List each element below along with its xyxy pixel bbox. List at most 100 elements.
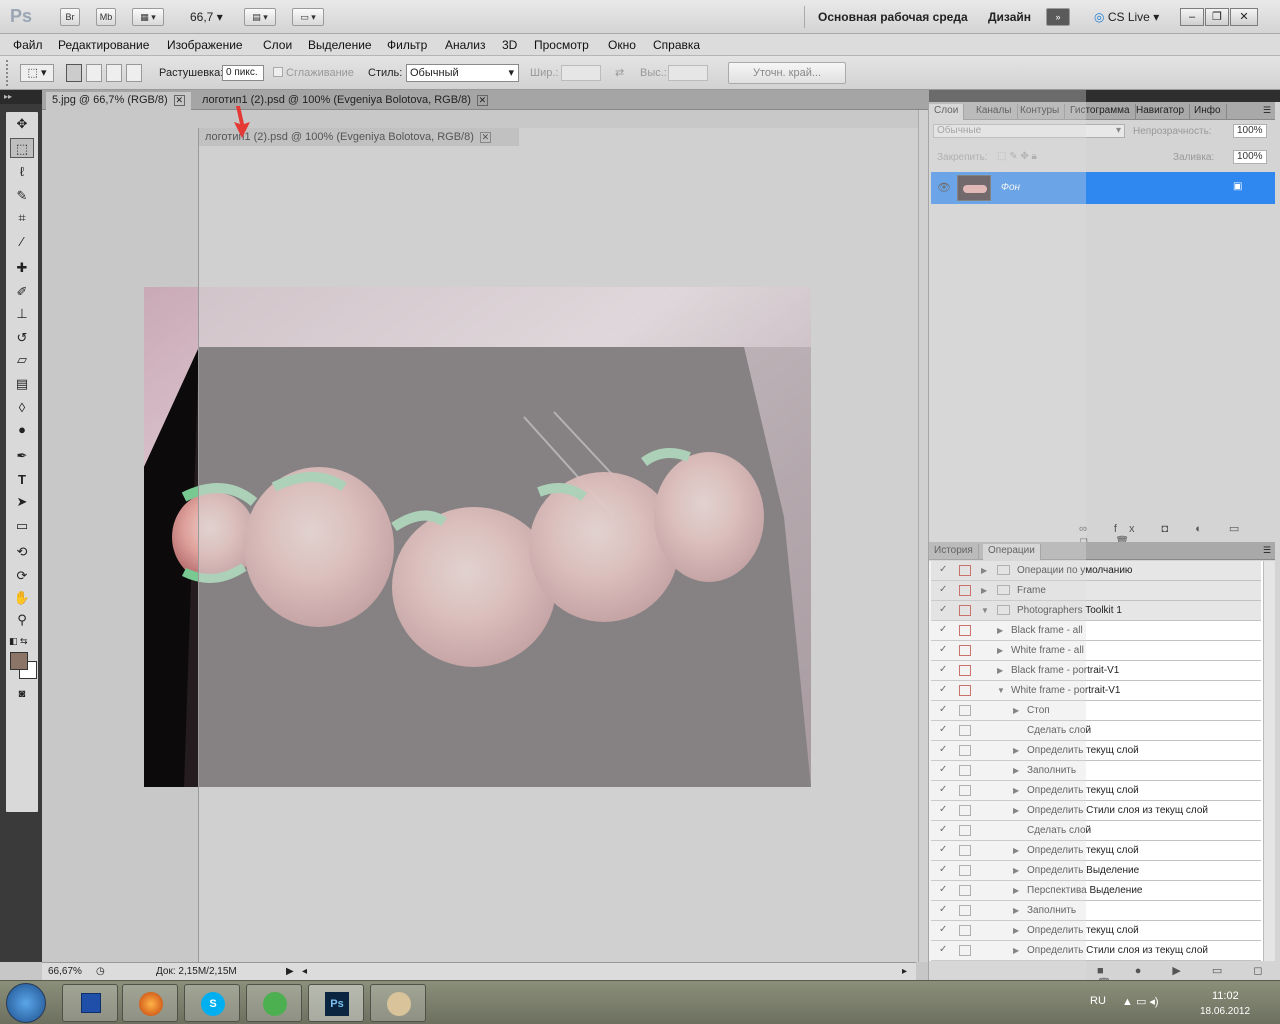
dialog-toggle-icon[interactable]	[959, 605, 971, 616]
action-row[interactable]: ✓ ▼ White frame - portrait-V1	[931, 681, 1261, 701]
action-toggle-checkbox[interactable]: ✓	[939, 885, 950, 896]
dialog-toggle-icon[interactable]	[959, 805, 971, 816]
panel-dock-header[interactable]	[929, 90, 1280, 102]
dialog-toggle-icon[interactable]	[959, 725, 971, 736]
action-toggle-checkbox[interactable]: ✓	[939, 805, 950, 816]
arrange-documents-button[interactable]: ▤ ▾	[244, 8, 276, 26]
history-brush-tool-icon[interactable]: ↺	[10, 328, 34, 348]
3d-orbit-tool-icon[interactable]: ⟳	[10, 566, 34, 586]
close-icon[interactable]: ✕	[1230, 8, 1258, 26]
language-indicator[interactable]: RU	[1090, 995, 1106, 1007]
expand-triangle-icon[interactable]: ▶	[1013, 746, 1019, 755]
taskbar-photoshop-icon[interactable]: Ps	[308, 984, 364, 1022]
dialog-toggle-icon[interactable]	[959, 845, 971, 856]
horizontal-scroll-left-icon[interactable]: ◂	[302, 966, 307, 977]
action-toggle-checkbox[interactable]: ✓	[939, 865, 950, 876]
tab-history[interactable]: История	[929, 544, 979, 560]
action-toggle-checkbox[interactable]: ✓	[939, 585, 950, 596]
clock-time[interactable]: 11:02	[1212, 990, 1239, 1002]
action-row[interactable]: ✓ ▶ Определить Выделение	[931, 861, 1261, 881]
options-grip[interactable]	[6, 60, 10, 86]
dialog-toggle-icon[interactable]	[959, 565, 971, 576]
screen-mode-button[interactable]: ▭ ▾	[292, 8, 324, 26]
pen-tool-icon[interactable]: ✒	[10, 446, 34, 466]
expand-triangle-icon[interactable]: ▶	[1013, 866, 1019, 875]
expand-triangle-icon[interactable]: ▶	[997, 666, 1003, 675]
status-icon[interactable]: ◷	[96, 966, 105, 977]
add-selection-icon[interactable]	[86, 64, 102, 82]
layer-name[interactable]: Фон	[1001, 182, 1020, 193]
tray-icons[interactable]: ▲ ▭ ◂)	[1122, 995, 1159, 1008]
dialog-toggle-icon[interactable]	[959, 865, 971, 876]
foreground-color-swatch[interactable]	[10, 652, 28, 670]
dialog-toggle-icon[interactable]	[959, 905, 971, 916]
expand-triangle-icon[interactable]: ▶	[1013, 806, 1019, 815]
dialog-toggle-icon[interactable]	[959, 645, 971, 656]
height-input[interactable]	[668, 65, 708, 81]
tab-info[interactable]: Инфо	[1189, 104, 1227, 120]
expand-triangle-icon[interactable]: ▶	[981, 586, 987, 595]
action-row[interactable]: ✓ ▶ Операции по умолчанию	[931, 561, 1261, 581]
tab-layers[interactable]: Слои	[929, 104, 965, 120]
width-input[interactable]	[561, 65, 601, 81]
action-row[interactable]: ✓ ▶ Определить текущ слой	[931, 841, 1261, 861]
horizontal-scroll-right-icon[interactable]: ▸	[902, 966, 907, 977]
action-row[interactable]: ✓ ▶ Определить текущ слой	[931, 781, 1261, 801]
taskbar-icq-icon[interactable]	[246, 984, 302, 1022]
zoom-level[interactable]: 66,7 ▾	[190, 10, 223, 24]
expand-triangle-icon[interactable]: ▶	[981, 566, 987, 575]
layer-row-background[interactable]: 👁︎ Фон ▣	[931, 172, 1275, 204]
expand-triangle-icon[interactable]: ▶	[1013, 906, 1019, 915]
action-toggle-checkbox[interactable]: ✓	[939, 685, 950, 696]
dialog-toggle-icon[interactable]	[959, 765, 971, 776]
blur-tool-icon[interactable]: ◊	[10, 398, 34, 418]
action-row[interactable]: ✓ ▶ Стоп	[931, 701, 1261, 721]
eyedropper-tool-icon[interactable]: ⁄	[10, 232, 34, 252]
expand-triangle-icon[interactable]: ▶	[997, 626, 1003, 635]
expand-triangle-icon[interactable]: ▶	[997, 646, 1003, 655]
swap-icon[interactable]: ⇄	[615, 66, 624, 79]
action-toggle-checkbox[interactable]: ✓	[939, 745, 950, 756]
menu-layer[interactable]: Слои	[263, 38, 292, 52]
mini-bridge-button[interactable]: Mb	[96, 8, 116, 26]
action-toggle-checkbox[interactable]: ✓	[939, 925, 950, 936]
doc-tab-5jpg[interactable]: 5.jpg @ 66,7% (RGB/8) ✕	[46, 92, 191, 110]
dialog-toggle-icon[interactable]	[959, 665, 971, 676]
dialog-toggle-icon[interactable]	[959, 625, 971, 636]
action-row[interactable]: ✓ ▶ Перспектива Выделение	[931, 881, 1261, 901]
marquee-tool-icon[interactable]: ⬚	[10, 138, 34, 158]
action-row[interactable]: ✓ ▶ Определить текущ слой	[931, 741, 1261, 761]
clone-stamp-tool-icon[interactable]: ⊥	[10, 304, 34, 324]
default-colors-icon[interactable]: ◧ ⇆	[9, 636, 28, 647]
dialog-toggle-icon[interactable]	[959, 945, 971, 956]
action-row[interactable]: ✓ ▶ Заполнить	[931, 901, 1261, 921]
type-tool-icon[interactable]: T	[10, 470, 34, 490]
action-toggle-checkbox[interactable]: ✓	[939, 625, 950, 636]
opacity-input[interactable]: 100%	[1233, 124, 1267, 138]
3d-rotate-tool-icon[interactable]: ⟲	[10, 542, 34, 562]
quick-select-tool-icon[interactable]: ✎	[10, 186, 34, 206]
taskbar-paint-icon[interactable]	[370, 984, 426, 1022]
visibility-eye-icon[interactable]: 👁︎	[937, 181, 951, 194]
lock-icons[interactable]: ⬚ ✎ ✥ 🔒︎	[997, 151, 1037, 162]
action-toggle-checkbox[interactable]: ✓	[939, 705, 950, 716]
action-row[interactable]: ✓ ▶ Определить Стили слоя из текущ слой	[931, 941, 1261, 961]
menu-view[interactable]: Просмотр	[534, 38, 589, 52]
menu-window[interactable]: Окно	[608, 38, 636, 52]
action-toggle-checkbox[interactable]: ✓	[939, 905, 950, 916]
more-workspaces-button[interactable]: »	[1046, 8, 1070, 26]
taskbar-save-icon[interactable]	[62, 984, 118, 1022]
collapse-triangle-icon[interactable]: ▼	[997, 686, 1005, 695]
subtract-selection-icon[interactable]	[106, 64, 122, 82]
menu-filter[interactable]: Фильтр	[387, 38, 427, 52]
dodge-tool-icon[interactable]: ●	[10, 420, 34, 440]
shape-tool-icon[interactable]: ▭	[10, 516, 34, 536]
action-toggle-checkbox[interactable]: ✓	[939, 725, 950, 736]
minimize-icon[interactable]: –	[1180, 8, 1204, 26]
action-toggle-checkbox[interactable]: ✓	[939, 645, 950, 656]
expand-triangle-icon[interactable]: ▶	[1013, 846, 1019, 855]
path-select-tool-icon[interactable]: ➤	[10, 492, 34, 512]
refine-edge-button[interactable]: Уточн. край...	[728, 62, 846, 84]
status-menu-arrow-icon[interactable]: ▶	[286, 966, 294, 977]
new-selection-icon[interactable]	[66, 64, 82, 82]
